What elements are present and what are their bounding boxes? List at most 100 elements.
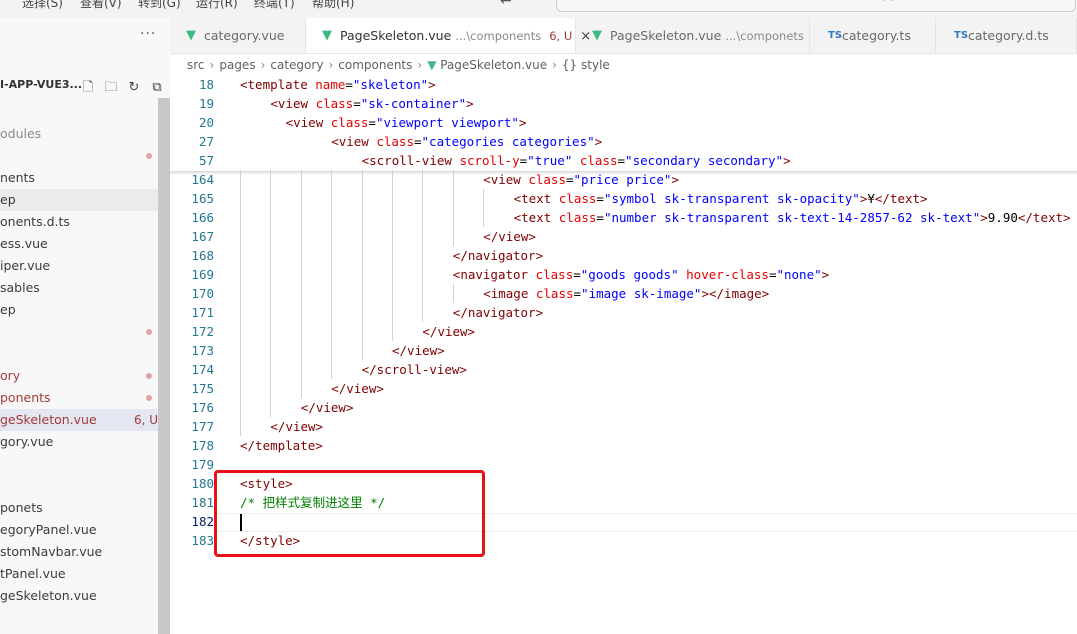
indent-guide — [270, 246, 272, 265]
new-folder-icon[interactable]: 🗀 — [101, 78, 121, 100]
new-file-icon[interactable]: 🗋 — [78, 78, 98, 100]
line-number: 167 — [191, 229, 214, 244]
file-tree-item[interactable]: nents — [0, 167, 158, 189]
refresh-icon[interactable]: ↻ — [124, 80, 144, 95]
indent-guide — [392, 246, 393, 265]
menu-selection[interactable]: 选择(S) — [22, 0, 63, 11]
code-token: "symbol sk-transparent sk-opacity" — [603, 191, 860, 206]
file-tree-item[interactable]: egoryPanel.vue — [0, 519, 158, 541]
vue-file-icon: ▼ — [427, 58, 441, 72]
code-text: </view> — [392, 341, 445, 360]
file-tree-item[interactable]: onents.d.ts — [0, 211, 158, 233]
tab-label: category.ts — [842, 28, 911, 43]
code-line: 172 </view> — [170, 322, 1077, 341]
code-token: class — [558, 210, 597, 225]
line-number: 165 — [191, 191, 214, 206]
project-title[interactable]: I-APP-VUE3... — [0, 78, 82, 91]
vue-file-icon: ▼ — [186, 28, 196, 43]
indent-guide — [422, 265, 424, 284]
indent-guide — [392, 303, 393, 322]
file-tree-item-label: sables — [0, 280, 40, 295]
more-actions-icon[interactable]: ··· — [140, 26, 156, 42]
indent-guide — [361, 341, 363, 360]
code-token: "number sk-transparent sk-text-14-2857-6… — [603, 210, 981, 225]
file-tree-item[interactable]: ponents — [0, 387, 158, 409]
editor-tab[interactable]: ▼ category.vue — [170, 18, 306, 53]
editor-tab[interactable]: ▼ PageSkeleton.vue ...\componets — [576, 18, 810, 53]
code-token: scroll-y — [459, 153, 520, 168]
indent-guide — [331, 265, 333, 284]
menu-goto[interactable]: 转到(G) — [138, 0, 181, 11]
code-token: </view> — [300, 400, 354, 415]
file-tree-item[interactable]: tPanel.vue — [0, 563, 158, 585]
indent-guide — [240, 170, 241, 189]
line-number: 179 — [191, 457, 214, 472]
editor-tab[interactable]: ▼ PageSkeleton.vue ...\components 6, U × — [306, 18, 591, 53]
code-token: = — [573, 286, 582, 301]
file-tree-item[interactable] — [0, 453, 158, 475]
code-line: 20 <view class="viewport viewport"> — [170, 113, 1077, 132]
collapse-icon[interactable]: ⧉ — [147, 80, 167, 95]
tab-path-hint: ...\components — [455, 29, 542, 43]
breadcrumb-item[interactable]: {} style — [562, 58, 610, 72]
code-token: > — [980, 210, 988, 225]
code-text: <image class="image sk-image"></image> — [483, 284, 769, 303]
file-tree-item[interactable]: stomNavbar.vue — [0, 541, 158, 563]
file-tree-item[interactable]: ess.vue — [0, 233, 158, 255]
code-token: "goods goods" — [580, 267, 679, 282]
editor-tab[interactable]: TS category.d.ts — [936, 18, 1077, 53]
code-line: 177 </view> — [170, 417, 1077, 436]
menu-run[interactable]: 运行(R) — [196, 0, 238, 11]
file-tree-item[interactable] — [0, 145, 158, 167]
line-number: 20 — [198, 115, 214, 130]
breadcrumb-item[interactable]: category — [270, 58, 323, 72]
menu-terminal[interactable]: 终端(T) — [254, 0, 295, 11]
editor-tab[interactable]: TS category.ts — [810, 18, 936, 53]
file-tree-item[interactable]: ory — [0, 365, 158, 387]
command-center-search[interactable]: erabbit-uni-app-vue3-ts — [556, 0, 1076, 12]
file-tree-item[interactable] — [0, 321, 158, 343]
menu-bar: 选择(S) 查看(V) 转到(G) 运行(R) 终端(T) 帮助(H) ← er… — [0, 0, 1077, 18]
file-tree-item-label: ponents — [0, 390, 51, 405]
indent-guide — [361, 265, 363, 284]
back-arrow-icon[interactable]: ← — [500, 0, 512, 9]
code-token: </text> — [874, 191, 928, 206]
file-tree-item[interactable]: geSkeleton.vue 6, U — [0, 409, 158, 431]
file-tree-item[interactable]: gory.vue — [0, 431, 158, 453]
tab-label: PageSkeleton.vue — [610, 28, 722, 43]
file-tree-item[interactable]: odules — [0, 123, 158, 145]
code-text: </view> — [483, 227, 536, 246]
breadcrumb-item[interactable]: pages — [219, 58, 255, 72]
explorer-actions: 🗋 🗀 ↻ ⧉ — [78, 76, 170, 100]
code-text: </navigator> — [453, 303, 543, 322]
code-token: = — [596, 191, 604, 206]
code-token: > — [518, 115, 527, 130]
indent-guide — [270, 170, 272, 189]
breadcrumb-item[interactable]: PageSkeleton.vue — [440, 58, 547, 72]
menu-view[interactable]: 查看(V) — [80, 0, 122, 11]
indent-guide — [240, 246, 241, 265]
code-line: 18 <template name="skeleton"> — [170, 75, 1077, 94]
chevron-right-icon: › — [260, 58, 266, 72]
modified-dot-icon — [146, 153, 152, 159]
code-token: 9.90 — [987, 210, 1018, 225]
file-tree-item[interactable]: iper.vue — [0, 255, 158, 277]
code-line: 27 <view class="categories categories"> — [170, 132, 1077, 151]
sidebar-scrollbar[interactable] — [158, 98, 170, 634]
breadcrumb-item[interactable]: components — [338, 58, 412, 72]
file-tree-item[interactable]: geSkeleton.vue — [0, 585, 158, 607]
file-tree-item[interactable]: ponets — [0, 497, 158, 519]
menu-help[interactable]: 帮助(H) — [312, 0, 354, 11]
breadcrumb-item[interactable]: src — [187, 58, 205, 72]
indent-guide — [392, 322, 393, 341]
line-number: 183 — [191, 533, 214, 548]
code-text: <navigator class="goods goods" hover-cla… — [453, 265, 829, 284]
file-tree-item[interactable]: ep — [0, 299, 158, 321]
code-token: class — [376, 134, 414, 149]
code-text: <view class="viewport viewport"> — [286, 113, 527, 132]
code-line: 175 </view> — [170, 379, 1077, 398]
file-tree-item[interactable]: ep — [0, 189, 158, 211]
file-tree-item[interactable]: sables — [0, 277, 158, 299]
